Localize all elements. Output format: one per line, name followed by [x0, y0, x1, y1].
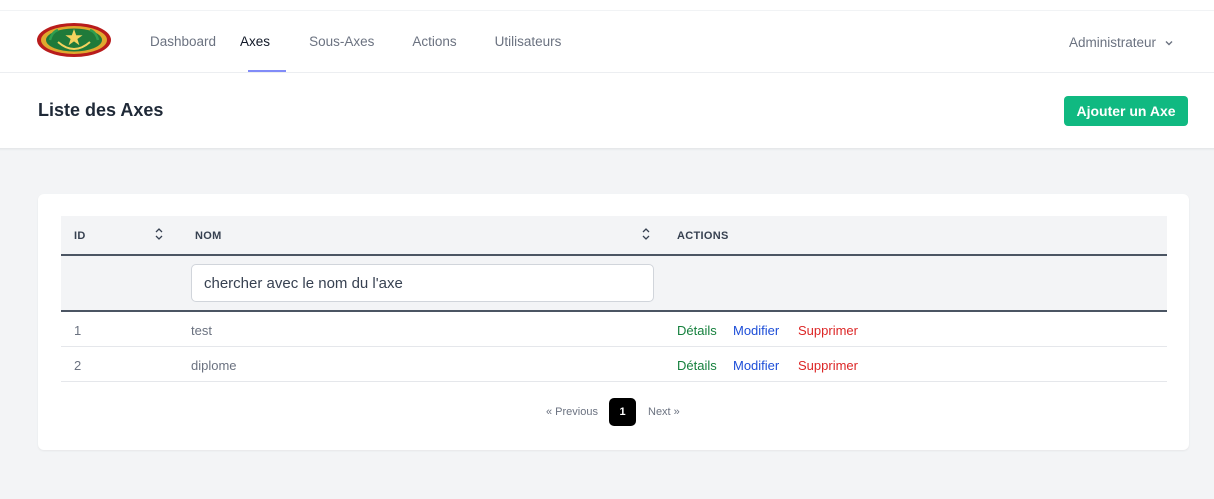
details-link[interactable]: Détails — [677, 323, 717, 338]
details-link[interactable]: Détails — [677, 358, 717, 373]
cell-id: 2 — [74, 358, 82, 373]
nav-item-axes[interactable]: Axes — [240, 34, 270, 49]
sort-icon[interactable] — [153, 227, 165, 241]
modify-link[interactable]: Modifier — [733, 323, 779, 338]
main-nav: Dashboard Axes Sous-Axes Actions Utilisa… — [150, 34, 561, 49]
next-page-link[interactable]: Next » — [648, 406, 680, 418]
pagination: « Previous 1 Next » — [38, 398, 1189, 426]
header-actions: ACTIONS — [677, 230, 729, 242]
nav-divider — [0, 72, 1214, 73]
nav-item-sous-axes[interactable]: Sous-Axes — [309, 34, 374, 49]
header-name: NOM — [195, 230, 222, 242]
current-page-button[interactable]: 1 — [609, 398, 636, 426]
header-id: ID — [74, 230, 86, 242]
add-axe-button[interactable]: Ajouter un Axe — [1064, 96, 1188, 126]
page-title: Liste des Axes — [38, 100, 164, 120]
sort-icon[interactable] — [640, 227, 652, 241]
nav-item-utilisateurs[interactable]: Utilisateurs — [495, 34, 562, 49]
delete-link[interactable]: Supprimer — [798, 358, 858, 373]
axes-table-card: ID NOM ACTIONS 1 test Détails Modifier S… — [38, 194, 1189, 450]
cell-name: diplome — [191, 358, 237, 373]
top-navigation-bar — [0, 0, 1214, 149]
nav-item-actions[interactable]: Actions — [412, 34, 456, 49]
filter-row — [61, 256, 1167, 312]
cell-name: test — [191, 323, 212, 338]
user-menu[interactable]: Administrateur — [1069, 35, 1174, 50]
nav-item-dashboard[interactable]: Dashboard — [150, 34, 216, 49]
search-input[interactable] — [191, 264, 654, 302]
table-row: 2 diplome Détails Modifier Supprimer — [61, 348, 1167, 382]
table-header: ID NOM ACTIONS — [61, 216, 1167, 256]
cell-id: 1 — [74, 323, 82, 338]
modify-link[interactable]: Modifier — [733, 358, 779, 373]
table-row: 1 test Détails Modifier Supprimer — [61, 313, 1167, 347]
top-divider — [0, 10, 1214, 11]
user-menu-label: Administrateur — [1068, 35, 1156, 50]
emblem-logo[interactable] — [36, 22, 112, 58]
previous-page-link[interactable]: « Previous — [546, 406, 598, 418]
chevron-down-icon — [1165, 40, 1173, 45]
delete-link[interactable]: Supprimer — [798, 323, 858, 338]
